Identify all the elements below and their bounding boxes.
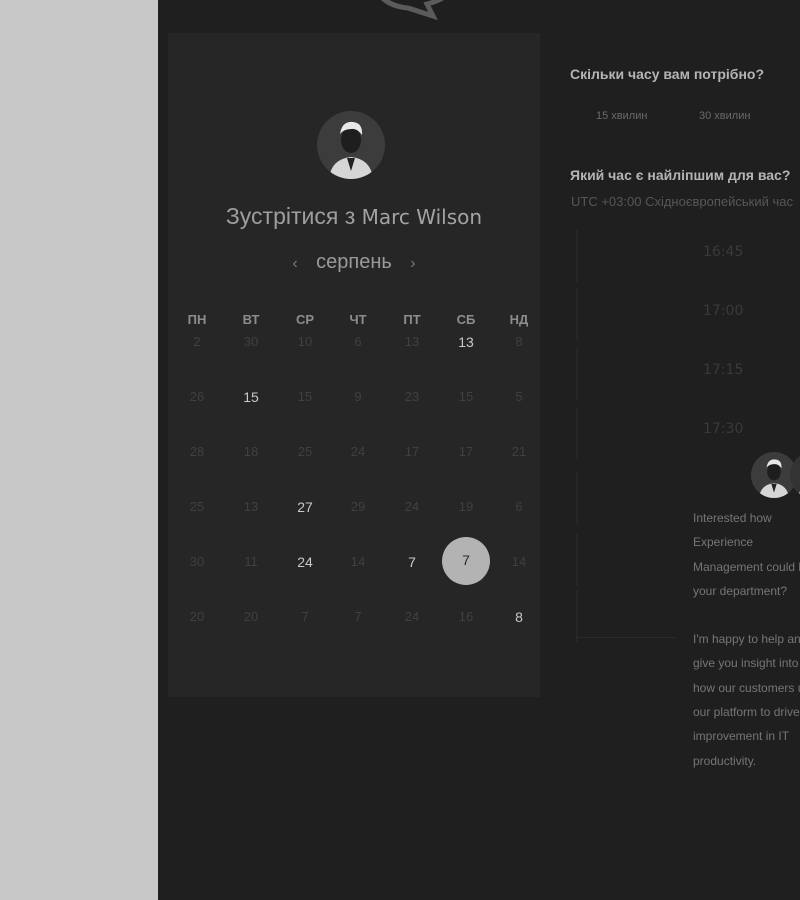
note-paragraph: I'm happy to help and give you insight i… — [693, 632, 800, 768]
calendar-day: 14 — [350, 554, 366, 569]
calendar-day[interactable]: 15 — [231, 389, 271, 405]
calendar-day: 2 — [193, 334, 201, 349]
timezone-label[interactable]: UTC +03:00 Східноєвропейський час — [571, 194, 793, 209]
slot-divider — [576, 590, 578, 642]
meet-title: Зустрітися з Marc Wilson — [168, 203, 540, 230]
weekday-header: ПН ВТ СР ЧТ ПТ СБ НД — [173, 312, 533, 328]
calendar-day[interactable]: 13 — [446, 334, 486, 350]
chevron-left-icon[interactable]: ‹ — [292, 255, 297, 272]
time-question: Який час є найліпшим для вас? — [570, 167, 791, 183]
duration-option-30[interactable]: 30 хвилин — [699, 110, 750, 122]
main-panel: Зустрітися з Marc Wilson ‹ серпень › ПН В… — [158, 0, 800, 900]
note-paragraph: Interested how Experience Management cou… — [693, 511, 800, 598]
host-name: Marc Wilson — [361, 205, 483, 229]
calendar-day-selected[interactable]: 7 — [446, 552, 486, 568]
calendar-day: 18 — [243, 444, 259, 459]
calendar-day: 17 — [458, 444, 474, 459]
calendar-day: 20 — [243, 609, 259, 624]
time-slot[interactable]: 16:45 — [703, 244, 783, 260]
calendar-day: 29 — [350, 499, 366, 514]
weekday-label: НД — [509, 312, 529, 327]
calendar-day: 24 — [404, 499, 420, 514]
time-slot[interactable]: 17:00 — [703, 303, 783, 319]
calendar-day[interactable]: 24 — [285, 554, 325, 570]
time-slot[interactable]: 17:15 — [703, 362, 783, 378]
slot-list-bottom-divider — [576, 637, 676, 638]
calendar-day: 24 — [404, 609, 420, 624]
calendar-day: 14 — [511, 554, 527, 569]
calendar-day: 7 — [354, 609, 362, 624]
calendar-day[interactable]: 7 — [392, 554, 432, 570]
slot-divider — [576, 407, 578, 459]
calendar-day: 16 — [458, 609, 474, 624]
calendar-day: 25 — [297, 444, 313, 459]
duration-option-15[interactable]: 15 хвилин — [596, 110, 647, 122]
month-label: серпень — [316, 251, 392, 273]
weekday-label: ПТ — [403, 312, 421, 327]
calendar-day: 21 — [511, 444, 527, 459]
day-grid: 2 30 10 6 13 13 8 26 15 15 9 23 15 5 28 18 25 24 17 17 21 25 1… — [173, 334, 533, 664]
weekday-label: СР — [295, 312, 315, 327]
calendar-day: 20 — [189, 609, 205, 624]
calendar-day: 6 — [354, 334, 362, 349]
calendar-day: 6 — [515, 499, 523, 514]
calendar-card: Зустрітися з Marc Wilson ‹ серпень › ПН В… — [168, 33, 540, 697]
calendar-day: 28 — [189, 444, 205, 459]
calendar-day: 13 — [404, 334, 420, 349]
calendar-day: 8 — [515, 334, 523, 349]
calendar-day: 25 — [189, 499, 205, 514]
calendar-day[interactable]: 27 — [285, 499, 325, 515]
chevron-right-icon[interactable]: › — [410, 255, 415, 272]
weekday-label: ЧТ — [349, 312, 367, 327]
calendar-day: 15 — [458, 389, 474, 404]
host-avatar — [317, 111, 385, 179]
calendar-day: 10 — [297, 334, 313, 349]
time-slot[interactable]: 17:30 — [703, 421, 783, 437]
avatar-image — [317, 111, 385, 179]
calendar-day: 7 — [301, 609, 309, 624]
duration-question: Скільки часу вам потрібно? — [570, 66, 765, 82]
calendar-day: 19 — [458, 499, 474, 514]
calendar-day: 26 — [189, 389, 205, 404]
calendar-day: 9 — [354, 389, 362, 404]
calendar-day: 24 — [350, 444, 366, 459]
chat-bubble-logo-icon — [381, 0, 444, 20]
weekday-label: ПН — [187, 312, 207, 327]
calendar-day: 30 — [243, 334, 259, 349]
host-note: Interested how Experience Management cou… — [693, 506, 800, 773]
slot-divider — [576, 230, 578, 282]
calendar-day: 11 — [244, 554, 258, 569]
month-navigation: ‹ серпень › — [168, 251, 540, 274]
slot-divider — [576, 289, 578, 341]
calendar-day[interactable]: 8 — [499, 609, 539, 625]
meet-prefix: Зустрітися з — [225, 203, 356, 229]
calendar-day: 15 — [297, 389, 313, 404]
slot-divider — [576, 348, 578, 400]
slot-divider — [576, 472, 578, 524]
calendar-day: 13 — [243, 499, 259, 514]
weekday-label: ВТ — [242, 312, 260, 327]
weekday-label: СБ — [456, 312, 476, 327]
calendar-day: 5 — [515, 389, 523, 404]
calendar-day: 17 — [404, 444, 420, 459]
slot-divider — [576, 534, 578, 586]
calendar-day: 30 — [189, 554, 205, 569]
calendar-day: 23 — [404, 389, 420, 404]
